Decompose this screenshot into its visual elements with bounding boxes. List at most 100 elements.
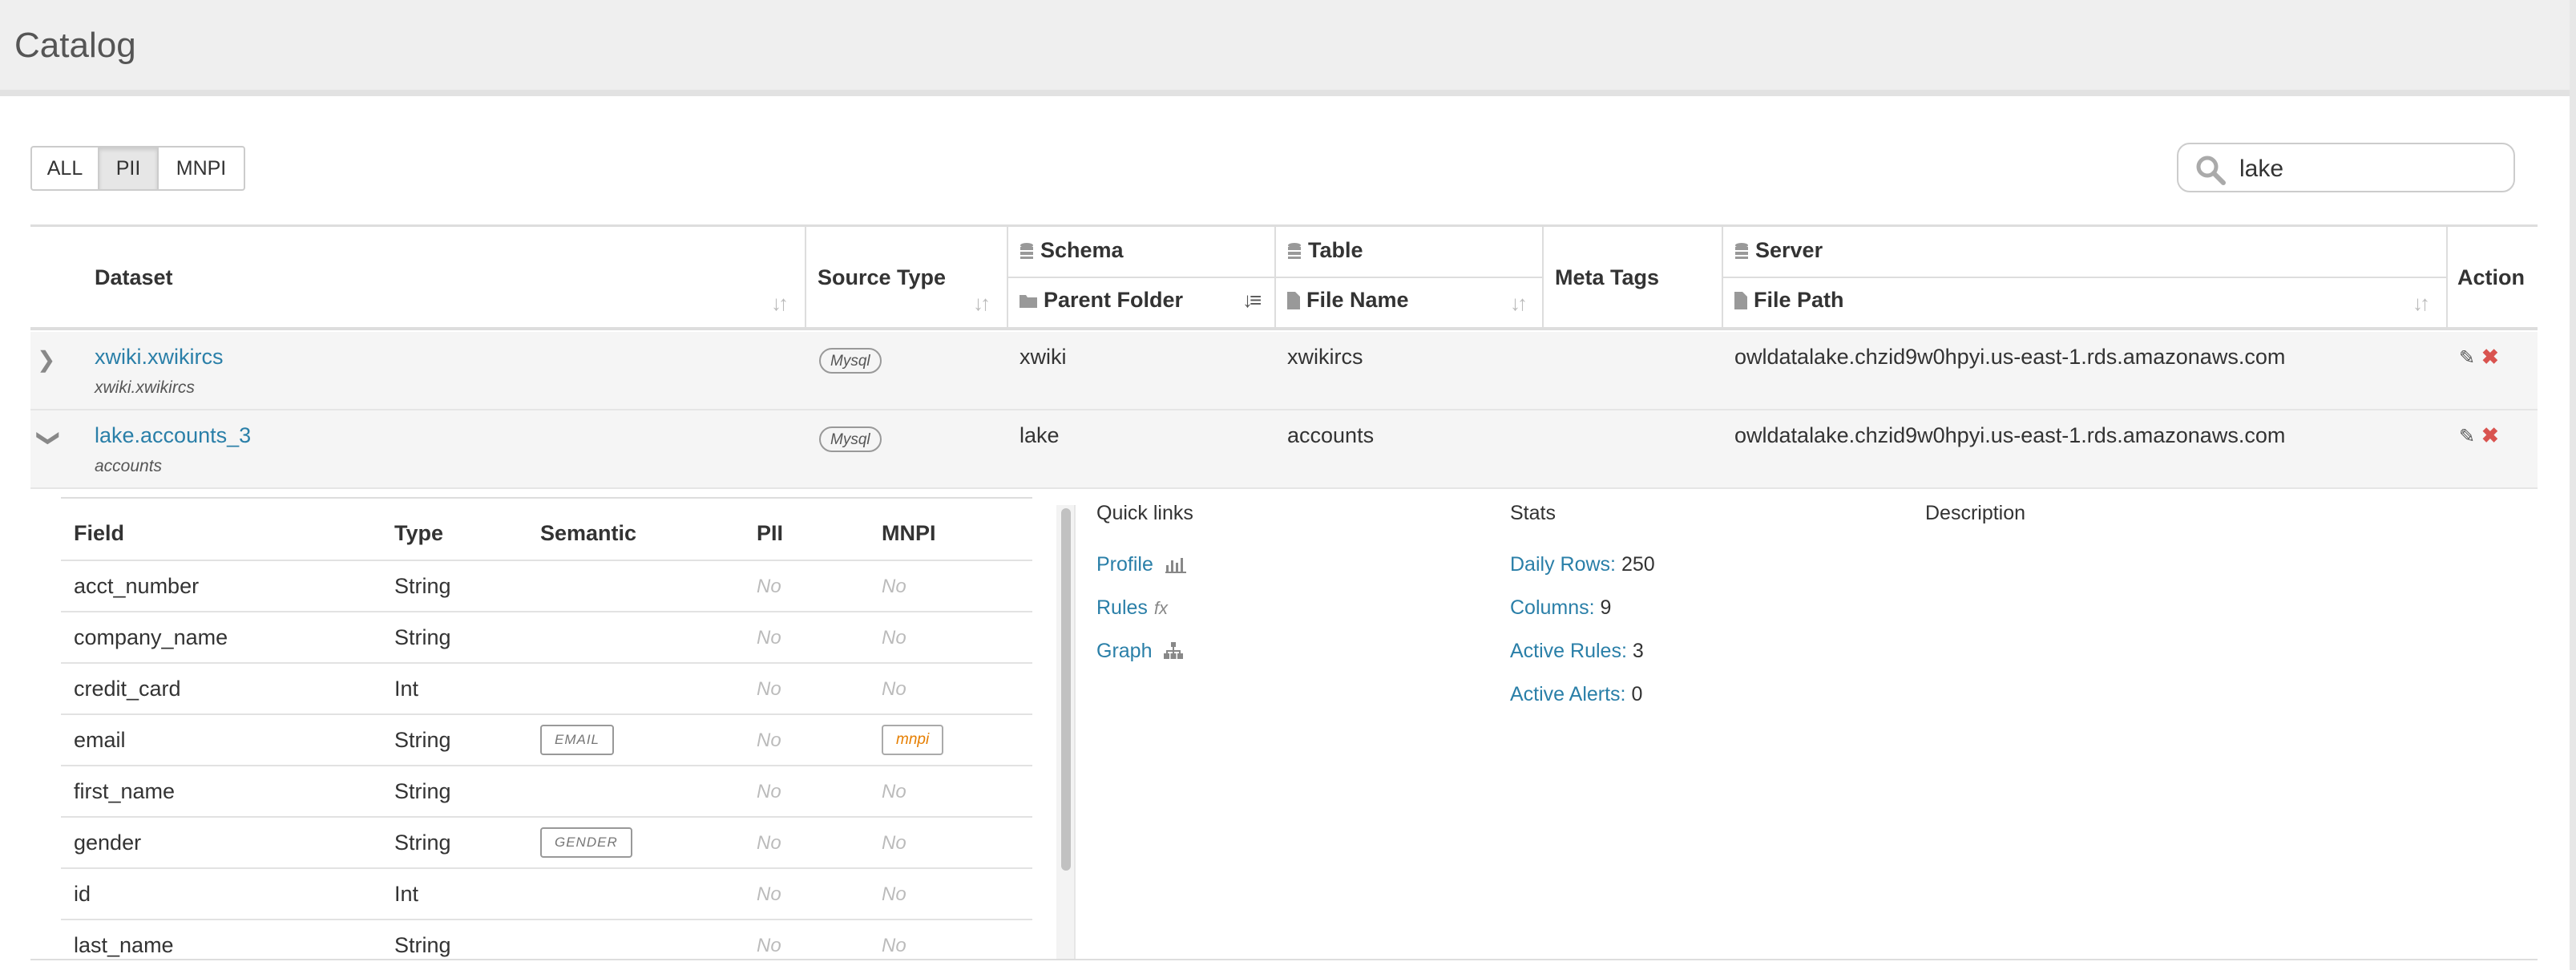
edit-icon[interactable]: ✎: [2459, 425, 2475, 448]
field-row: id Int No No: [61, 867, 1032, 919]
field-row: gender String GENDER No No: [61, 816, 1032, 867]
file-icon: [1287, 292, 1300, 309]
field-row: first_name String No No: [61, 765, 1032, 816]
profile-link-label: Profile: [1096, 553, 1153, 576]
table-cell: accounts: [1287, 423, 1375, 447]
field-name: acct_number: [74, 574, 200, 598]
stat-daily-rows-value: 250: [1621, 553, 1655, 576]
header-source-type[interactable]: Source Type: [818, 265, 946, 290]
field-row: email String EMAIL No mnpi: [61, 713, 1032, 765]
stat-active-alerts: Active Alerts: 0: [1510, 683, 1642, 706]
field-row: company_name String No No: [61, 611, 1032, 662]
dataset-link[interactable]: lake.accounts_3: [95, 423, 251, 448]
stat-daily-rows-label[interactable]: Daily Rows:: [1510, 553, 1616, 576]
filter-button-group: ALL PII MNPI: [30, 146, 245, 191]
sitemap-icon: [1164, 642, 1184, 659]
search-input[interactable]: lake: [2177, 143, 2515, 192]
database-icon: [1735, 243, 1748, 259]
delete-icon[interactable]: ✖: [2481, 423, 2499, 448]
sort-icon[interactable]: ↓↑: [1510, 291, 1528, 316]
header-parent-folder[interactable]: Parent Folder: [1019, 288, 1183, 313]
fields-scrollbar-thumb[interactable]: [1061, 508, 1071, 871]
header-table: Table: [1287, 238, 1363, 263]
field-mnpi: No: [882, 935, 906, 956]
row-divider: [1007, 277, 1542, 278]
page-title: Catalog: [14, 26, 136, 65]
header-parent-folder-label: Parent Folder: [1044, 288, 1184, 312]
field-type: String: [394, 574, 451, 598]
sort-icon[interactable]: ↓↑: [973, 291, 991, 316]
dataset-subtitle: accounts: [95, 457, 163, 475]
field-name: email: [74, 728, 126, 752]
filter-mnpi-button[interactable]: MNPI: [157, 146, 245, 191]
profile-link[interactable]: Profile: [1096, 553, 1186, 576]
header-file-name[interactable]: File Name: [1287, 288, 1409, 313]
quick-links-title: Quick links: [1096, 502, 1193, 524]
field-type: Int: [394, 882, 419, 906]
header-file-path[interactable]: File Path: [1734, 288, 1844, 313]
field-name: company_name: [74, 625, 228, 649]
field-pii: No: [757, 935, 781, 956]
source-type-badge: Mysql: [819, 348, 882, 374]
server-cell: owldatalake.chzid9w0hpyi.us-east-1.rds.a…: [1734, 423, 2286, 447]
stat-columns: Columns: 9: [1510, 596, 1611, 620]
field-type: String: [394, 779, 451, 803]
database-icon: [1288, 243, 1301, 259]
stat-columns-label[interactable]: Columns:: [1510, 596, 1595, 619]
semantic-tag[interactable]: GENDER: [540, 827, 632, 858]
row-divider: [61, 497, 1032, 499]
field-mnpi: No: [882, 883, 906, 905]
header-dataset[interactable]: Dataset: [95, 265, 173, 290]
rules-link-label: Rules: [1096, 596, 1148, 619]
schema-cell: lake: [1019, 423, 1060, 447]
field-type: String: [394, 728, 451, 752]
row-divider: [1722, 277, 2446, 278]
field-pii: No: [757, 730, 781, 751]
field-pii: No: [757, 678, 781, 700]
delete-icon[interactable]: ✖: [2481, 345, 2499, 370]
database-icon: [1020, 243, 1033, 259]
bar-chart-icon: [1165, 558, 1186, 573]
header-server-label: Server: [1755, 238, 1823, 262]
field-type: String: [394, 831, 451, 855]
field-name: gender: [74, 831, 142, 855]
field-name: credit_card: [74, 677, 181, 701]
field-mnpi: No: [882, 576, 906, 597]
sort-active-icon[interactable]: ↓≡: [1242, 288, 1262, 313]
edit-icon[interactable]: ✎: [2459, 346, 2475, 370]
field-type: String: [394, 933, 451, 957]
dataset-detail-panel: Field Type Semantic PII MNPI acct_number…: [30, 489, 2538, 960]
rules-link[interactable]: Rules fx: [1096, 596, 1168, 620]
table-row[interactable]: ❯ xwiki.xwikircs xwiki.xwikircs Mysql xw…: [30, 332, 2538, 410]
filter-all-button[interactable]: ALL: [30, 146, 99, 191]
function-icon: fx: [1153, 598, 1169, 618]
filter-pii-button[interactable]: PII: [98, 146, 159, 191]
table-row[interactable]: ❯ lake.accounts_3 accounts Mysql lake ac…: [30, 410, 2538, 489]
chevron-right-icon[interactable]: ❯: [37, 346, 55, 373]
field-pii: No: [757, 883, 781, 905]
mnpi-tag[interactable]: mnpi: [882, 725, 944, 755]
field-pii: No: [757, 627, 781, 649]
table-header: Dataset ↓↑ Source Type ↓↑ Schema Parent …: [30, 224, 2538, 330]
search-icon: [2196, 156, 2226, 185]
header-table-label: Table: [1308, 238, 1363, 262]
header-action: Action: [2457, 265, 2525, 289]
dataset-link[interactable]: xwiki.xwikircs: [95, 345, 223, 370]
field-pii: No: [757, 781, 781, 802]
graph-link[interactable]: Graph: [1096, 640, 1184, 663]
stat-active-alerts-label[interactable]: Active Alerts:: [1510, 683, 1626, 705]
sort-icon[interactable]: ↓↑: [771, 291, 789, 316]
server-cell: owldatalake.chzid9w0hpyi.us-east-1.rds.a…: [1734, 345, 2286, 369]
field-mnpi: No: [882, 781, 906, 802]
semantic-tag[interactable]: EMAIL: [540, 725, 615, 755]
field-type: Int: [394, 677, 419, 701]
header-schema: Schema: [1019, 238, 1124, 263]
field-name: first_name: [74, 779, 176, 803]
field-mnpi: No: [882, 832, 906, 854]
stat-active-alerts-value: 0: [1631, 683, 1643, 705]
sort-icon[interactable]: ↓↑: [2412, 291, 2430, 316]
table-cell: xwikircs: [1287, 345, 1363, 369]
chevron-down-icon[interactable]: ❯: [36, 429, 63, 447]
stat-active-rules-label[interactable]: Active Rules:: [1510, 640, 1627, 662]
description-title: Description: [1925, 502, 2026, 524]
